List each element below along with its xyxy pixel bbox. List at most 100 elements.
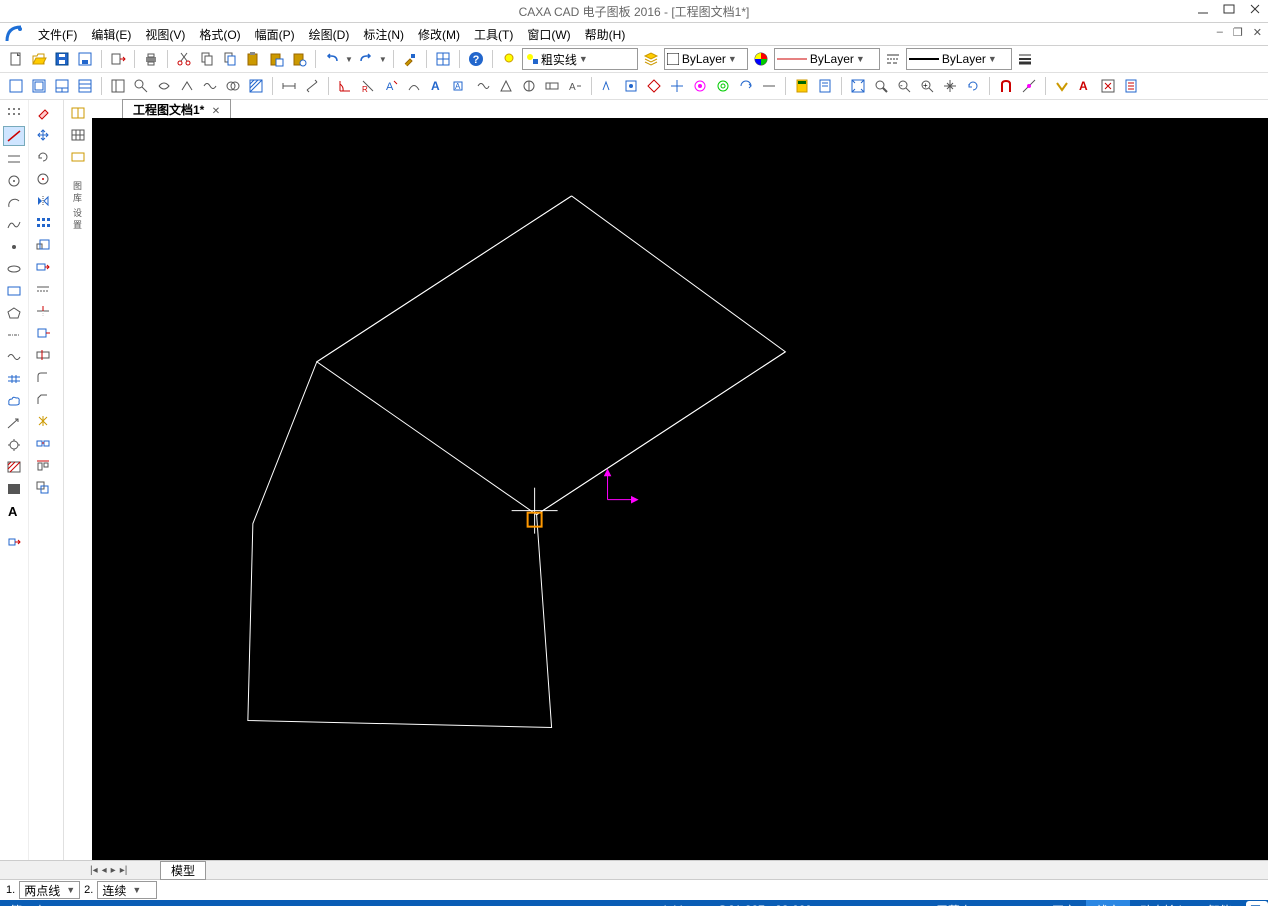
export-button[interactable] [108,49,128,69]
menu-window[interactable]: 窗口(W) [521,24,576,45]
undo-button[interactable] [322,49,342,69]
pan-button[interactable] [940,76,960,96]
mod-scale-button[interactable] [33,236,53,254]
linetype-combo[interactable]: 粗实线 ▼ [522,48,638,70]
mod-array-button[interactable] [33,214,53,232]
draw-centerline-button[interactable] [4,326,24,344]
calc-button[interactable] [792,76,812,96]
menu-page[interactable]: 幅面(P) [249,24,301,45]
mdi-close-button[interactable]: ✕ [1253,26,1262,39]
dim-angular-button[interactable] [335,76,355,96]
mod-trim-button[interactable] [33,302,53,320]
sym-weld-button[interactable] [621,76,641,96]
tb2-symbol1-button[interactable] [154,76,174,96]
dim-aligned-button[interactable] [302,76,322,96]
copy-base-button[interactable] [220,49,240,69]
aux-vtext2-button[interactable]: 设置 [68,206,88,234]
close-button[interactable] [1248,2,1262,16]
linetype-manager-button[interactable] [883,49,903,69]
mod-break-button[interactable] [33,346,53,364]
draw-line-button[interactable] [3,126,25,146]
draw-text-button[interactable]: A [4,502,24,520]
draw-polygon-button[interactable] [4,304,24,322]
status-screenpoint[interactable]: 屏幕点 [926,900,982,906]
draw-arc-button[interactable] [4,194,24,212]
mod-join-button[interactable] [33,434,53,452]
draw-gear-button[interactable] [4,436,24,454]
redo-dropdown[interactable]: ▼ [379,55,387,64]
menu-modify[interactable]: 修改(M) [412,24,466,45]
mod-erase-button[interactable] [33,104,53,122]
aux-grid-button[interactable] [68,126,88,144]
tb2-symbol3-button[interactable] [200,76,220,96]
osnap-button[interactable] [1019,76,1039,96]
sym-hole-button[interactable] [690,76,710,96]
mod-mirror-button[interactable] [33,192,53,210]
draw-parallel-button[interactable] [4,150,24,168]
sym-roughness-button[interactable] [598,76,618,96]
zoom-all-button[interactable] [848,76,868,96]
redo-button[interactable] [356,49,376,69]
notepad-button[interactable] [815,76,835,96]
zoom-prev-button[interactable]: - [894,76,914,96]
mod-copy-button[interactable] [33,478,53,496]
tb2-paramtable-button[interactable] [75,76,95,96]
dim-radius-button[interactable]: R [358,76,378,96]
query-list-button[interactable] [1121,76,1141,96]
draw-double-button[interactable] [4,370,24,388]
draw-wave-button[interactable] [4,348,24,366]
mdi-minimize-button[interactable]: – [1217,26,1223,39]
color-wheel-icon[interactable] [751,49,771,69]
mod-move-button[interactable] [33,126,53,144]
aux-vtext1-button[interactable]: 图库 [68,184,88,202]
tb2-page-button[interactable] [6,76,26,96]
paste-button[interactable] [243,49,263,69]
drawing-canvas[interactable] [92,118,1268,860]
zoom-realtime-button[interactable]: + [917,76,937,96]
aux-parts-button[interactable] [68,148,88,166]
menu-edit[interactable]: 编辑(E) [85,24,137,45]
menu-draw[interactable]: 绘图(D) [303,24,356,45]
snap-button[interactable] [996,76,1016,96]
dim-chain-button[interactable] [473,76,493,96]
query-dist-button[interactable] [1052,76,1072,96]
draw-ellipse-button[interactable] [4,260,24,278]
help-button[interactable]: ? [466,49,486,69]
dim-baseline-button[interactable] [519,76,539,96]
dim-diameter-button[interactable]: A [381,76,401,96]
cut-button[interactable] [174,49,194,69]
draw-dots-icon[interactable] [4,104,24,122]
opt2-combo[interactable]: 连续▼ [97,881,157,899]
menu-dim[interactable]: 标注(N) [357,24,410,45]
menu-help[interactable]: 帮助(H) [579,24,632,45]
status-logo-icon[interactable]: 王 [1246,901,1268,906]
file-tab[interactable]: 工程图文档1* ✕ [122,99,231,119]
draw-fill-button[interactable] [4,480,24,498]
color-combo[interactable]: ByLayer ▼ [664,48,748,70]
tb2-bom-button[interactable] [108,76,128,96]
sym-target-button[interactable] [713,76,733,96]
draw-spline-button[interactable] [4,216,24,234]
tab-first-icon[interactable]: |◂ [90,865,98,876]
query-area-button[interactable]: A [1075,76,1095,96]
draw-point-button[interactable] [4,238,24,256]
lineweight-settings-button[interactable] [1015,49,1035,69]
draw-hatch-button[interactable] [4,458,24,476]
match-button[interactable] [400,49,420,69]
sym-center-button[interactable] [667,76,687,96]
opt1-combo[interactable]: 两点线▼ [19,881,80,899]
mdi-restore-button[interactable]: ❐ [1233,26,1243,39]
tb2-frame-button[interactable] [29,76,49,96]
model-tab[interactable]: 模型 [160,861,206,880]
dim-linear-button[interactable] [279,76,299,96]
mod-align-button[interactable] [33,456,53,474]
save-button[interactable] [52,49,72,69]
mod-extend-button[interactable] [33,324,53,342]
dim-arc-button[interactable] [404,76,424,96]
draw-arrow-button[interactable] [4,414,24,432]
design-center-button[interactable] [433,49,453,69]
tb2-titleblock-button[interactable] [52,76,72,96]
linestyle-combo[interactable]: ByLayer ▼ [906,48,1012,70]
dim-tolerance-button[interactable] [542,76,562,96]
tb2-section-button[interactable] [223,76,243,96]
